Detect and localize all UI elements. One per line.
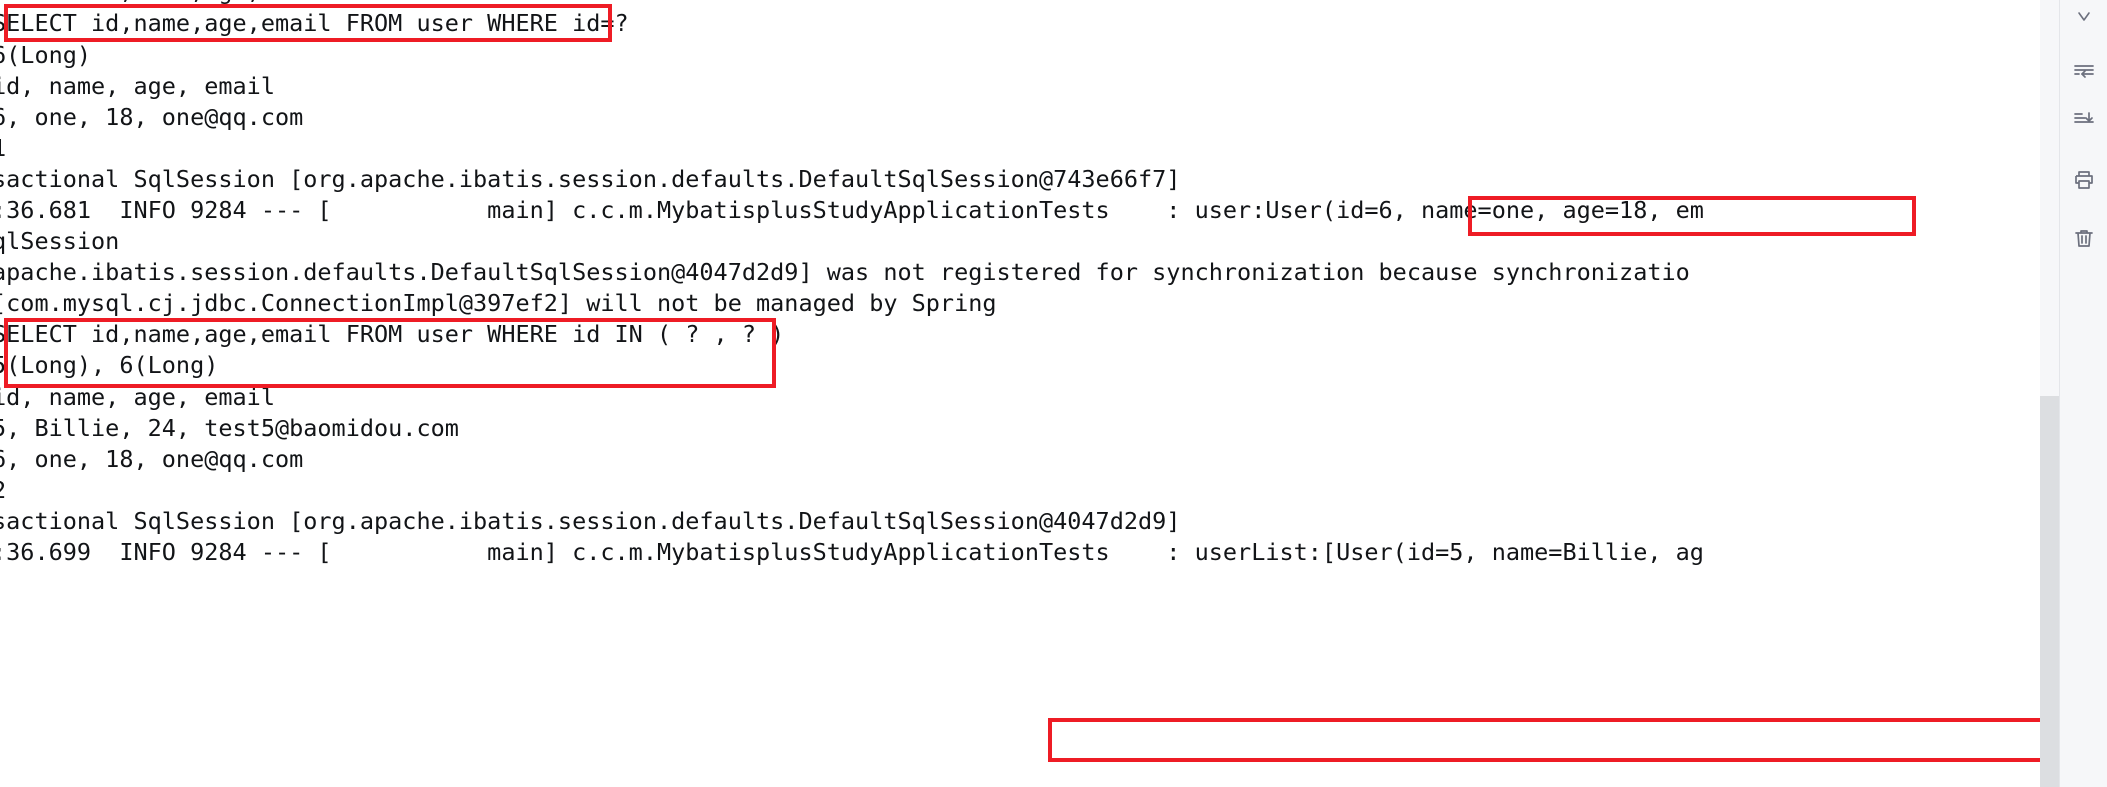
console-line: 5(Long), 6(Long): [0, 351, 219, 379]
console-line: sactional SqlSession [org.apache.ibatis.…: [0, 507, 1181, 535]
print-button[interactable]: [2064, 160, 2104, 200]
console-line: SELECT id,name,age,email FROM user WHERE…: [0, 0, 629, 7]
console-line: id, name, age, email: [0, 383, 275, 411]
console-line: 6(Long): [0, 41, 92, 69]
console-line: sactional SqlSession [org.apache.ibatis.…: [0, 165, 1181, 193]
console-line: SELECT id,name,age,email FROM user WHERE…: [0, 320, 785, 348]
console-line: SELECT id,name,age,email FROM user WHERE…: [0, 9, 629, 37]
scrollbar-corner: [2040, 765, 2059, 787]
console-line: 2: [0, 475, 6, 506]
console-line: id, name, age, email: [0, 72, 275, 100]
arrow-down-icon: [2073, 9, 2095, 31]
console-line: 6, one, 18, one@qq.com: [0, 445, 304, 473]
printer-icon: [2072, 168, 2096, 192]
console-toolbar: [2059, 0, 2107, 787]
console-text-area[interactable]: SELECT id,name,age,email FROM user WHERE…: [0, 0, 2040, 787]
console-line: qlSession: [0, 227, 120, 255]
console-line: :36.681 INFO 9284 --- [ main] c.c.m.Myba…: [0, 196, 1704, 224]
console-line: [com.mysql.cj.jdbc.ConnectionImpl@397ef2…: [0, 289, 997, 317]
trash-icon: [2072, 226, 2096, 250]
soft-wrap-icon: [2072, 60, 2096, 84]
scroll-to-bottom-button[interactable]: [2064, 100, 2104, 140]
console-line: 6, one, 18, one@qq.com: [0, 103, 304, 131]
console-line: apache.ibatis.session.defaults.DefaultSq…: [0, 258, 1690, 286]
console-line: :36.699 INFO 9284 --- [ main] c.c.m.Myba…: [0, 538, 1704, 566]
console-line: 1: [0, 133, 6, 164]
console-window: SELECT id,name,age,email FROM user WHERE…: [0, 0, 2107, 787]
soft-wrap-button[interactable]: [2064, 52, 2104, 92]
console-line: 5, Billie, 24, test5@baomidou.com: [0, 414, 459, 442]
clear-all-button[interactable]: [2064, 218, 2104, 258]
scroll-to-end-button[interactable]: [2064, 0, 2104, 40]
scroll-end-icon: [2072, 108, 2096, 132]
vertical-scrollbar-thumb[interactable]: [2040, 396, 2059, 770]
